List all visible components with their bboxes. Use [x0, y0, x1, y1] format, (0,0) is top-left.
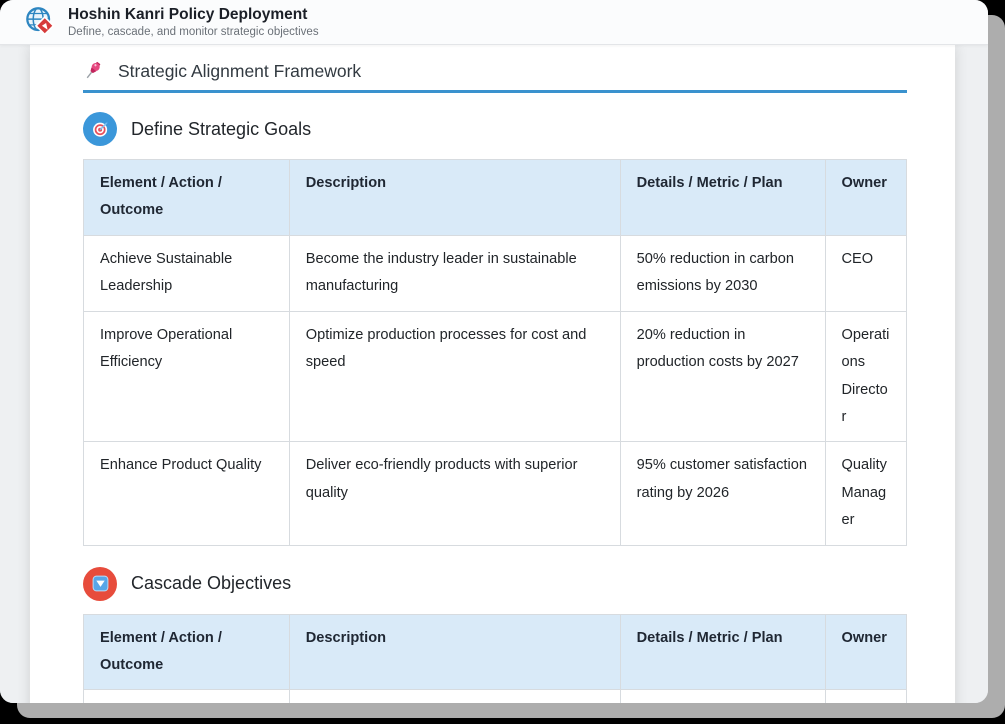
app-window: Hoshin Kanri Policy Deployment Define, c…	[0, 0, 988, 703]
table-cell: Enhance Product Quality	[84, 442, 290, 545]
column-header: Owner	[825, 614, 906, 690]
table-cell: Quality Manager	[825, 442, 906, 545]
table-cell: Achieve Sustainable Leadership	[84, 235, 290, 311]
table-cell: 50% reduction in carbon emissions by 203…	[620, 235, 825, 311]
column-header: Owner	[825, 160, 906, 236]
main-card: Strategic Alignment Framework Define Str…	[30, 45, 955, 703]
pushpin-icon	[83, 60, 105, 82]
table-cell: 95% customer satisfaction rating by 2026	[620, 442, 825, 545]
table-cell: Reduce Energy Consumption	[84, 690, 290, 703]
table-cell: Deliver eco-friendly products with super…	[289, 442, 620, 545]
table-cell: CEO	[825, 235, 906, 311]
app-header: Hoshin Kanri Policy Deployment Define, c…	[0, 0, 988, 45]
column-header: Description	[289, 160, 620, 236]
app-logo-globe-icon	[24, 5, 58, 39]
table-row: Improve Operational EfficiencyOptimize p…	[84, 311, 907, 442]
app-title: Hoshin Kanri Policy Deployment	[68, 5, 319, 24]
page-title: Strategic Alignment Framework	[118, 61, 361, 82]
column-header: Details / Metric / Plan	[620, 160, 825, 236]
table-cell: Implement energy-efficient machinery in …	[289, 690, 620, 703]
table-row: Achieve Sustainable LeadershipBecome the…	[84, 235, 907, 311]
page-background: Strategic Alignment Framework Define Str…	[0, 45, 988, 703]
table-cell: Plant Manager	[825, 690, 906, 703]
section-heading-label: Cascade Objectives	[131, 573, 291, 594]
app-subtitle: Define, cascade, and monitor strategic o…	[68, 25, 319, 39]
column-header: Element / Action / Outcome	[84, 614, 290, 690]
table-row: Enhance Product QualityDeliver eco-frien…	[84, 442, 907, 545]
table-header-row: Element / Action / OutcomeDescriptionDet…	[84, 160, 907, 236]
target-icon	[83, 112, 117, 146]
table-cell: 30% reduction in energy use by 2026	[620, 690, 825, 703]
cascade-objectives-table: Element / Action / OutcomeDescriptionDet…	[83, 614, 907, 703]
table-cell: Operations Director	[825, 311, 906, 442]
strategic-goals-table: Element / Action / OutcomeDescriptionDet…	[83, 159, 907, 546]
table-cell: Become the industry leader in sustainabl…	[289, 235, 620, 311]
section-heading-define-goals: Define Strategic Goals	[83, 112, 907, 146]
column-header: Description	[289, 614, 620, 690]
framework-title-row: Strategic Alignment Framework	[83, 45, 907, 93]
column-header: Element / Action / Outcome	[84, 160, 290, 236]
column-header: Details / Metric / Plan	[620, 614, 825, 690]
title-block: Hoshin Kanri Policy Deployment Define, c…	[68, 5, 319, 39]
table-header-row: Element / Action / OutcomeDescriptionDet…	[84, 614, 907, 690]
table-cell: Improve Operational Efficiency	[84, 311, 290, 442]
section-heading-cascade-objectives: Cascade Objectives	[83, 567, 907, 601]
section-heading-label: Define Strategic Goals	[131, 119, 311, 140]
table-cell: Optimize production processes for cost a…	[289, 311, 620, 442]
down-button-icon	[83, 567, 117, 601]
table-row: Reduce Energy ConsumptionImplement energ…	[84, 690, 907, 703]
table-cell: 20% reduction in production costs by 202…	[620, 311, 825, 442]
